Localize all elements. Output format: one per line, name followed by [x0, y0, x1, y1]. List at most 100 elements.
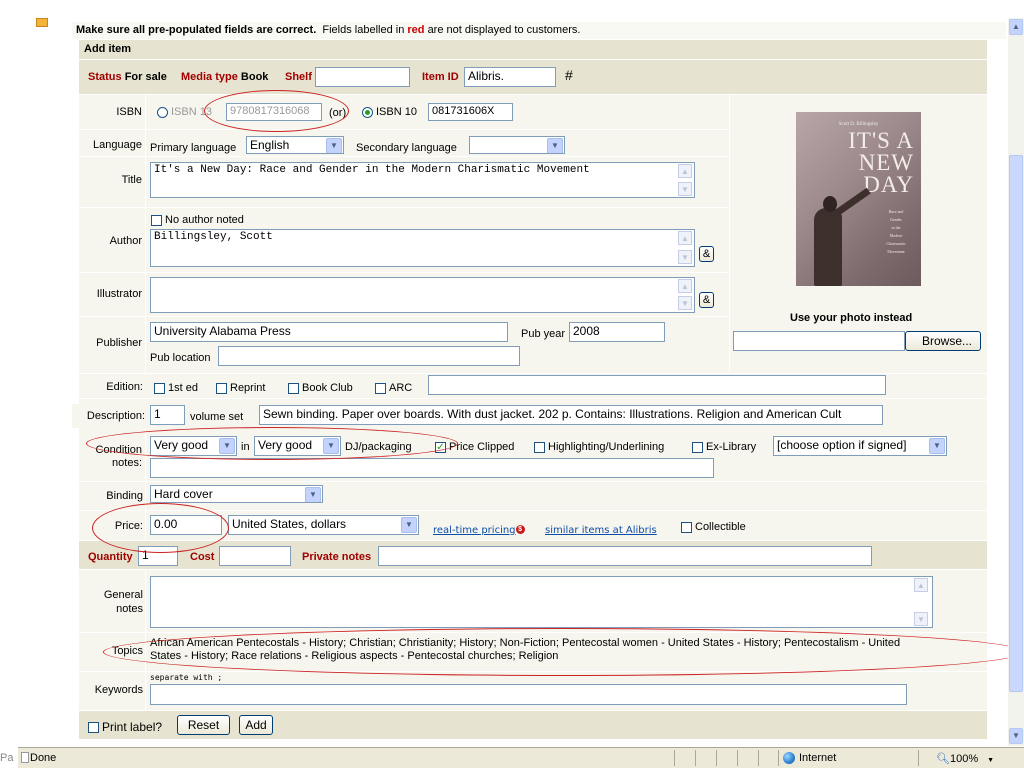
- print-label-option[interactable]: Print label?: [88, 720, 162, 734]
- pub-year-input[interactable]: 2008: [569, 322, 665, 342]
- isbn10-input[interactable]: 081731606X: [428, 103, 513, 121]
- scroll-up-icon[interactable]: ▲: [678, 164, 692, 178]
- scroll-down-icon[interactable]: ▼: [678, 296, 692, 310]
- volumes-input[interactable]: 1: [150, 405, 185, 425]
- edition-bookclub-checkbox[interactable]: [288, 382, 299, 394]
- author-textarea[interactable]: Billingsley, Scott: [150, 229, 695, 267]
- reset-button[interactable]: Reset: [177, 715, 230, 735]
- edition-1st[interactable]: 1st ed: [154, 382, 198, 394]
- author-label: Author: [109, 235, 142, 247]
- scroll-up-button[interactable]: ▲: [1009, 19, 1023, 35]
- cover-title-line1: IT'S A: [848, 128, 914, 153]
- primary-language-select[interactable]: English ▼: [246, 136, 344, 154]
- private-notes-input[interactable]: [378, 546, 872, 566]
- secondary-language-select[interactable]: ▼: [469, 136, 565, 154]
- scroll-down-icon[interactable]: ▼: [914, 612, 928, 626]
- page-scrollbar[interactable]: ▲ ▼: [1008, 18, 1024, 746]
- shelf-input[interactable]: [315, 67, 410, 87]
- no-author-option[interactable]: No author noted: [151, 214, 244, 226]
- author-add-button[interactable]: &: [699, 246, 714, 262]
- signed-select[interactable]: [choose option if signed] ▼: [773, 436, 947, 456]
- status-label: Status: [88, 71, 122, 83]
- edition-reprint-checkbox[interactable]: [216, 382, 227, 394]
- author-scrollbar[interactable]: ▲ ▼: [678, 231, 693, 265]
- title-textarea[interactable]: It's a New Day: Race and Gender in the M…: [150, 162, 695, 198]
- edition-reprint[interactable]: Reprint: [216, 382, 265, 394]
- publisher-input[interactable]: University Alabama Press: [150, 322, 508, 342]
- status-value: For sale: [124, 71, 167, 83]
- zoom-control[interactable]: 🔍︎100% ▼: [936, 752, 994, 765]
- private-notes-label: Private notes: [302, 551, 372, 563]
- currency-select[interactable]: United States, dollars ▼: [228, 515, 419, 535]
- cover-subtitle-line1: Race and: [888, 209, 904, 214]
- label-divider: [145, 95, 146, 373]
- condition-label-line2: notes:: [112, 457, 142, 469]
- binding-select[interactable]: Hard cover ▼: [150, 485, 323, 503]
- isbn10-option[interactable]: ISBN 10: [362, 106, 417, 118]
- browse-button[interactable]: Browse...: [905, 331, 981, 351]
- globe-icon: [783, 752, 795, 764]
- general-notes-textarea[interactable]: [150, 576, 933, 628]
- edition-input[interactable]: [428, 375, 886, 395]
- ex-library-checkbox[interactable]: [692, 441, 703, 453]
- pub-location-input[interactable]: [218, 346, 520, 366]
- keywords-input[interactable]: [150, 684, 907, 705]
- edition-1st-checkbox[interactable]: [154, 382, 165, 394]
- add-button[interactable]: Add: [239, 715, 273, 735]
- status-divider: [716, 750, 717, 766]
- general-notes-scrollbar[interactable]: ▲ ▼: [914, 578, 929, 626]
- scroll-down-icon[interactable]: ▼: [678, 182, 692, 196]
- cover-subtitle-line2: Gender: [890, 217, 902, 222]
- isbn10-label: ISBN 10: [376, 106, 417, 118]
- scroll-down-icon[interactable]: ▼: [678, 250, 692, 264]
- cost-input[interactable]: [219, 546, 291, 566]
- page-icon: [21, 752, 29, 763]
- photo-file-input[interactable]: [733, 331, 905, 351]
- illustrator-textarea[interactable]: [150, 277, 695, 313]
- isbn13-radio[interactable]: [157, 106, 168, 118]
- scroll-down-button[interactable]: ▼: [1009, 728, 1023, 744]
- print-label-checkbox[interactable]: [88, 722, 99, 734]
- isbn10-radio[interactable]: [362, 106, 373, 118]
- collectible-checkbox[interactable]: [681, 521, 692, 533]
- zoom-text: 100%: [949, 753, 979, 765]
- condition-notes-input[interactable]: [150, 458, 714, 478]
- highlighting-checkbox[interactable]: [534, 441, 545, 453]
- illustrator-scrollbar[interactable]: ▲ ▼: [678, 279, 693, 311]
- row-line: [79, 316, 729, 317]
- notice-text-b: are not displayed to customers.: [427, 24, 581, 36]
- description-input[interactable]: Sewn binding. Paper over boards. With du…: [259, 405, 883, 425]
- dollar-icon: $: [515, 525, 525, 535]
- chevron-down-icon: ▼: [1012, 731, 1020, 740]
- form-header: [79, 40, 987, 59]
- item-id-input[interactable]: Alibris.: [464, 67, 556, 87]
- zone-text: Internet: [799, 752, 837, 764]
- print-label-text: Print label?: [102, 720, 163, 734]
- magnifier-icon: 🔍︎: [936, 753, 950, 765]
- scroll-up-icon[interactable]: ▲: [678, 279, 692, 293]
- similar-items-link[interactable]: similar items at Alibris: [545, 522, 657, 536]
- title-scrollbar[interactable]: ▲ ▼: [678, 164, 693, 196]
- scroll-up-icon[interactable]: ▲: [914, 578, 928, 592]
- description-label: Description:: [86, 410, 145, 422]
- annotation-ellipse-topics: [103, 628, 1024, 676]
- edition-arc[interactable]: ARC: [375, 382, 412, 394]
- ex-library-option[interactable]: Ex-Library: [692, 441, 756, 453]
- realtime-pricing-group[interactable]: real-time pricing $: [433, 522, 525, 536]
- highlighting-option[interactable]: Highlighting/Underlining: [534, 441, 664, 453]
- publisher-label: Publisher: [96, 337, 142, 349]
- scroll-up-icon[interactable]: ▲: [678, 231, 692, 245]
- volume-set-label: volume set: [190, 411, 244, 423]
- similar-items-text[interactable]: similar items at Alibris: [545, 525, 657, 536]
- no-author-checkbox[interactable]: [151, 214, 162, 226]
- edition-bookclub[interactable]: Book Club: [288, 382, 353, 394]
- realtime-pricing-link[interactable]: real-time pricing: [433, 525, 516, 536]
- illustrator-add-button[interactable]: &: [699, 292, 714, 308]
- general-notes-label-line2: notes: [116, 603, 143, 615]
- edition-arc-checkbox[interactable]: [375, 382, 386, 394]
- status-bar: Done Internet 🔍︎100% ▼: [18, 747, 1024, 768]
- scroll-thumb[interactable]: [1009, 155, 1023, 692]
- signed-value: [choose option if signed]: [777, 438, 907, 452]
- pub-year-label: Pub year: [521, 328, 566, 340]
- collectible-option[interactable]: Collectible: [681, 521, 746, 533]
